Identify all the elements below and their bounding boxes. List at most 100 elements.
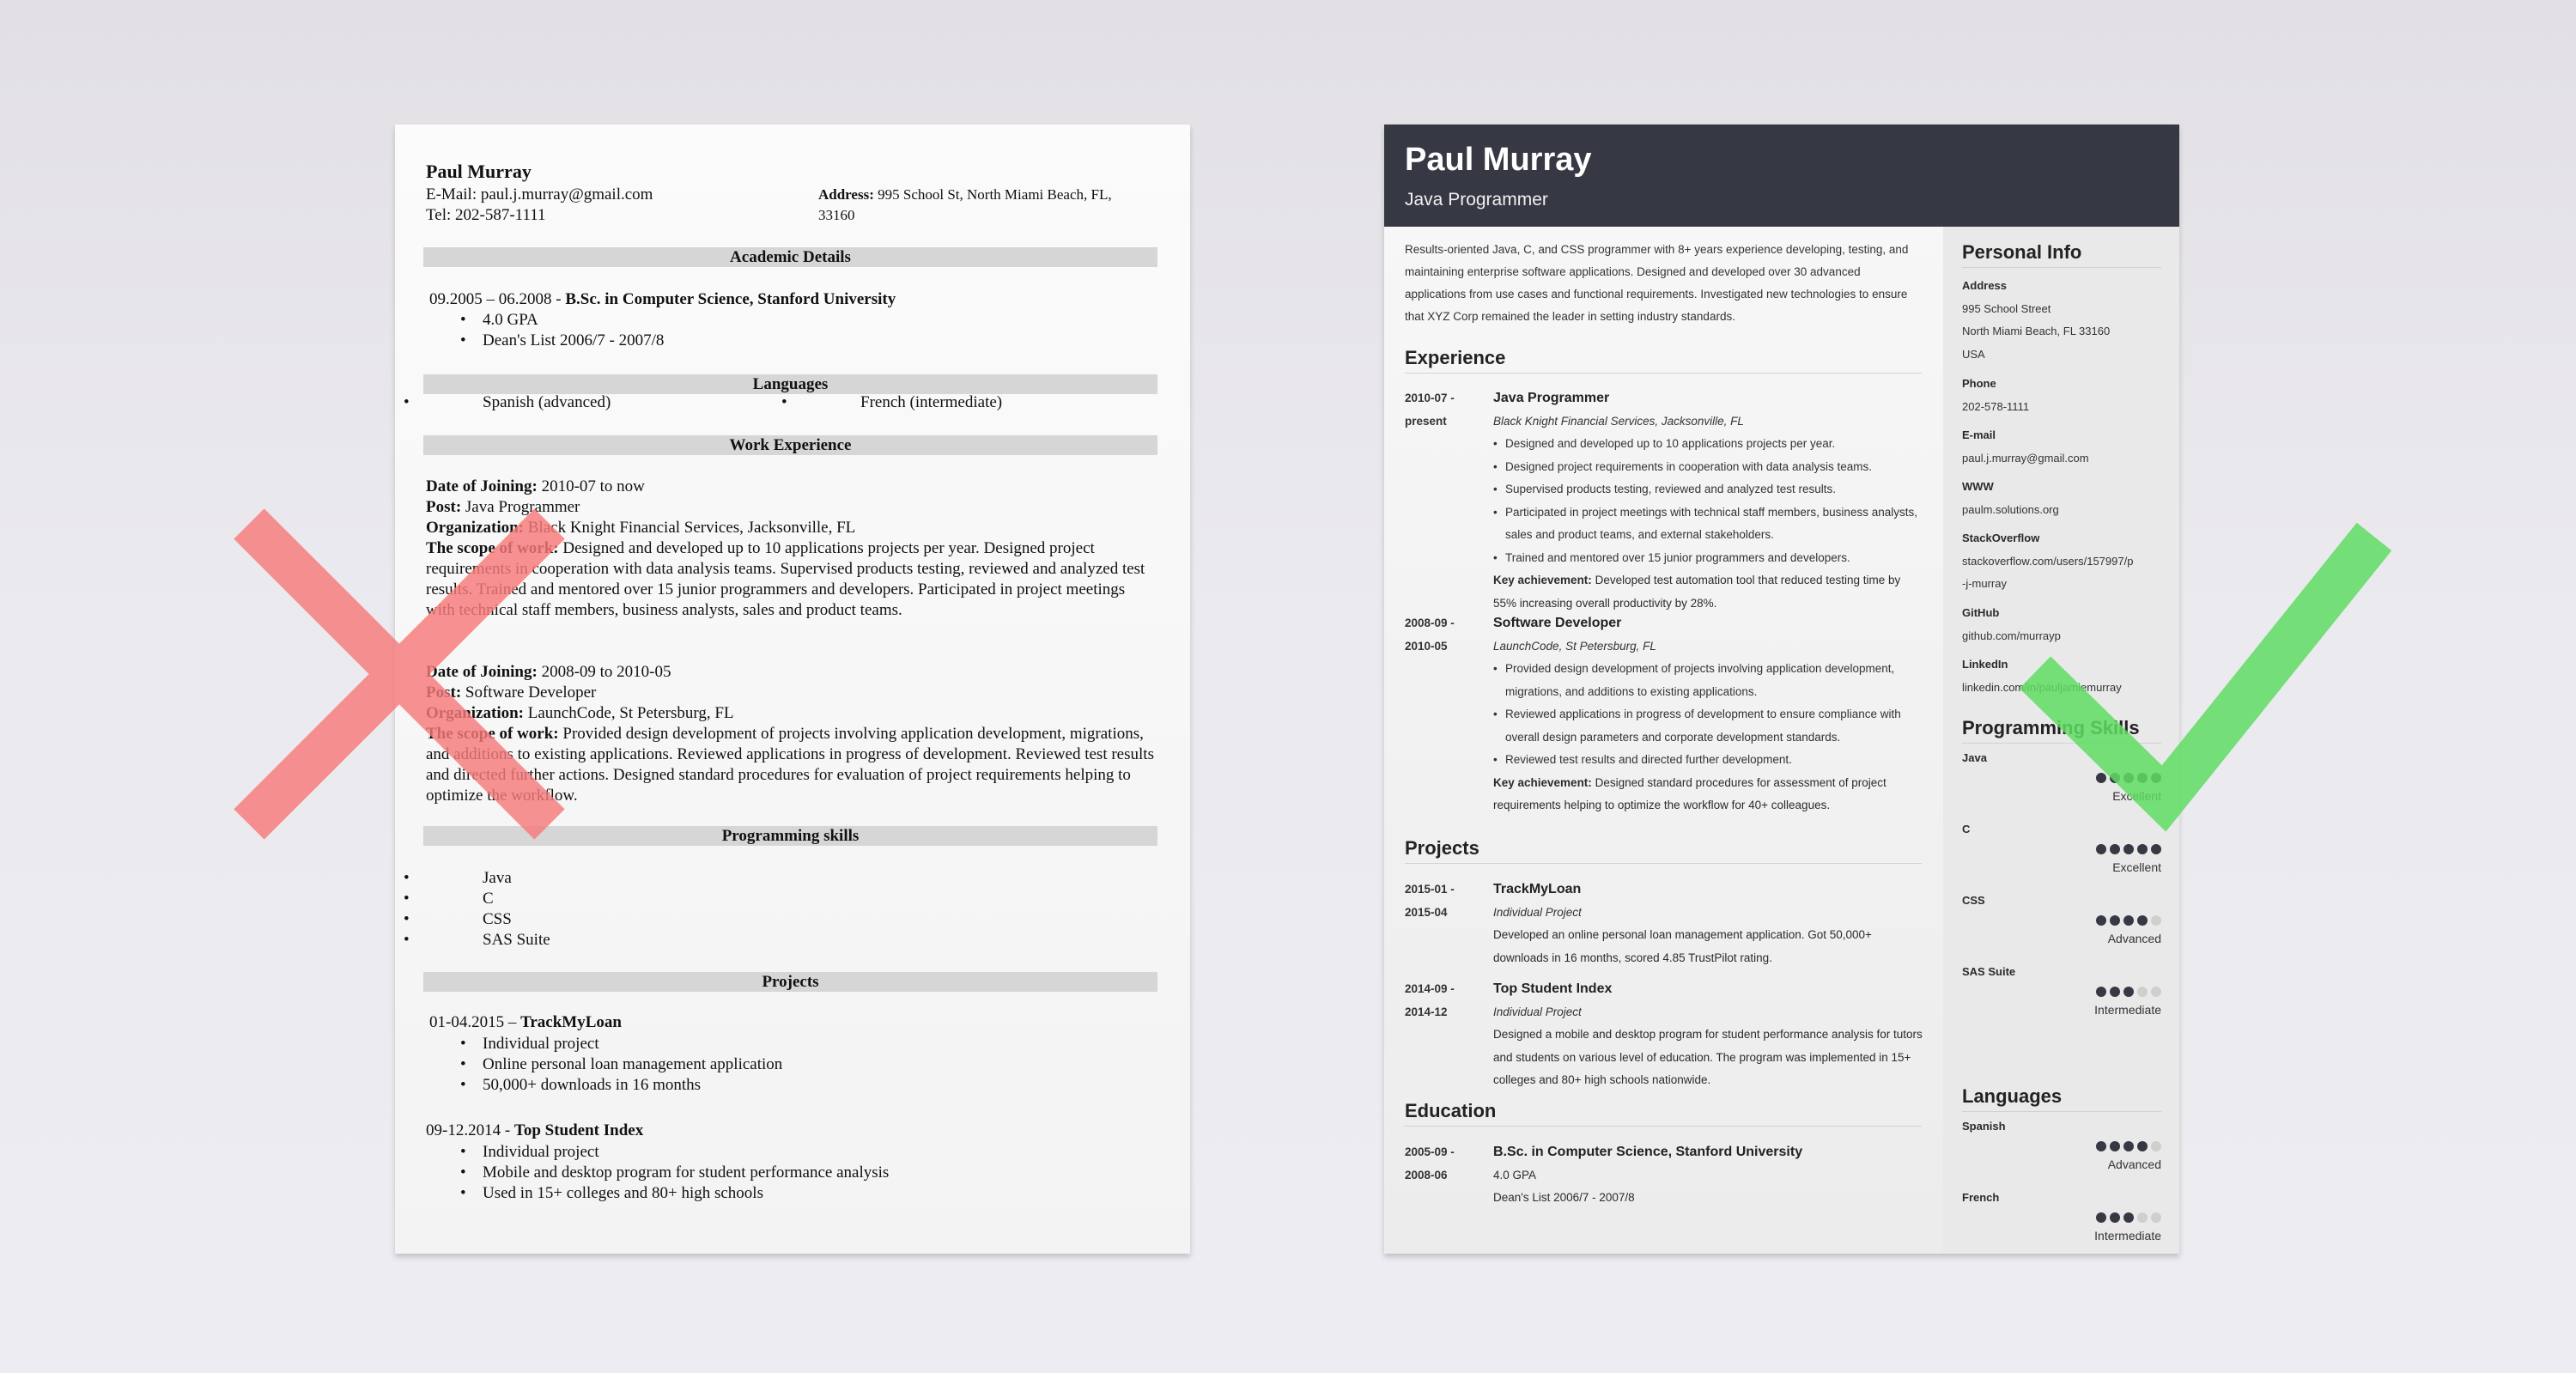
- entry-org: Black Knight Financial Services, Jackson…: [1493, 414, 1744, 428]
- resume-sidebar: Personal Info Address 995 School Street …: [1943, 227, 2179, 1254]
- info-value: USA: [1962, 347, 1985, 361]
- rating-dots: [2096, 1141, 2161, 1151]
- skill-level: Excellent: [2112, 789, 2161, 803]
- entry-dates: 2008-09 - 2010-05: [1405, 612, 1482, 658]
- language-name: Spanish: [1962, 1120, 2006, 1133]
- rating-dot-filled: [2123, 987, 2134, 997]
- info-value[interactable]: paul.j.murray@gmail.com: [1962, 447, 2161, 471]
- info-github: GitHub github.com/murrayp: [1962, 602, 2161, 647]
- rating-dot-filled: [2123, 915, 2134, 926]
- key-achievement: Key achievement: Designed standard proce…: [1493, 772, 1924, 817]
- bad-resume-address: Address: 995 School St, North Miami Beac…: [818, 185, 1162, 226]
- rating-dot-filled: [2096, 1212, 2106, 1223]
- project-name: Top Student Index: [513, 1121, 644, 1139]
- label: The scope of work:: [426, 725, 559, 743]
- education-line: Dean's List 2006/7 - 2007/8: [1493, 1191, 1635, 1204]
- list-item: C: [404, 889, 550, 909]
- info-phone: Phone 202-578-1111: [1962, 373, 2161, 418]
- rating-dots: [2096, 773, 2161, 783]
- rating-dot-filled: [2137, 1141, 2148, 1151]
- job-dates: 2010-07 to now: [537, 477, 645, 495]
- rating-dot-filled: [2110, 844, 2120, 854]
- label: Organization:: [426, 519, 524, 537]
- job-dates: 2008-09 to 2010-05: [537, 663, 671, 681]
- address-line-2: 33160: [818, 207, 855, 223]
- job-organization: Black Knight Financial Services, Jackson…: [524, 519, 856, 537]
- label: Post:: [426, 683, 462, 702]
- rating-dot-filled: [2096, 915, 2106, 926]
- info-value[interactable]: stackoverflow.com/users/157997/p: [1962, 550, 2161, 574]
- info-value[interactable]: -j-murray: [1962, 573, 2161, 596]
- bad-project-1-list: Individual project Online personal loan …: [426, 1034, 782, 1096]
- rating-dot-empty: [2151, 915, 2161, 926]
- rating-dot-empty: [2137, 1212, 2148, 1223]
- bad-project-2-list: Individual project Mobile and desktop pr…: [426, 1142, 889, 1204]
- info-value: North Miami Beach, FL 33160: [1962, 325, 2111, 337]
- list-item: Individual project: [426, 1142, 889, 1163]
- section-header-skills: Programming Skills: [1962, 717, 2161, 744]
- overlay-marks: [234, 508, 2392, 840]
- skill-name: CSS: [1962, 894, 1985, 907]
- bad-education-title: 09.2005 – 06.2008 - B.Sc. in Computer Sc…: [429, 289, 896, 310]
- skill-rating: Java Excellent: [1962, 751, 2161, 822]
- skill-rating: CSS Advanced: [1962, 894, 2161, 964]
- section-header-work: Work Experience: [423, 435, 1157, 455]
- label: Organization:: [426, 704, 524, 722]
- bad-project-2-title: 09-12.2014 - Top Student Index: [426, 1121, 643, 1141]
- resume-summary: Results-oriented Java, C, and CSS progra…: [1405, 243, 1909, 323]
- project-description: Developed an online personal loan manage…: [1493, 928, 1872, 964]
- bad-job-1: Date of Joining: 2010-07 to now Post: Ja…: [426, 477, 1156, 621]
- list-item: 50,000+ downloads in 16 months: [426, 1075, 782, 1096]
- list-item: Provided design development of projects …: [1493, 658, 1924, 703]
- bad-education-list: 4.0 GPA Dean's List 2006/7 - 2007/8: [426, 310, 664, 351]
- label: Date of Joining:: [426, 477, 538, 495]
- list-item: Online personal loan management applicat…: [426, 1054, 782, 1075]
- rating-dot-empty: [2151, 1212, 2161, 1223]
- info-label: Address: [1962, 279, 2008, 292]
- resume-name: Paul Murray: [1405, 142, 1592, 178]
- info-value: 995 School Street: [1962, 301, 2051, 315]
- project-name: Top Student Index: [1493, 981, 1613, 996]
- section-header-academic: Academic Details: [423, 247, 1157, 267]
- project-dates: 09-12.2014 -: [426, 1121, 514, 1139]
- key-achievement: Key achievement: Developed test automati…: [1493, 569, 1924, 615]
- skill-rating: SAS Suite Intermediate: [1962, 965, 2161, 1036]
- info-email: E-mail paul.j.murray@gmail.com: [1962, 424, 2161, 470]
- project-name: TrackMyLoan: [1493, 882, 1582, 896]
- list-item: SAS Suite: [404, 930, 550, 951]
- info-stackoverflow: StackOverflow stackoverflow.com/users/15…: [1962, 527, 2161, 596]
- rating-dot-empty: [2151, 1141, 2161, 1151]
- date-end: 2015-04: [1405, 905, 1448, 919]
- date-start: 2005-09 -: [1405, 1145, 1455, 1158]
- good-resume: Paul Murray Java Programmer Results-orie…: [1384, 125, 2179, 1254]
- education-line: 4.0 GPA: [1493, 1168, 1537, 1182]
- resume-header: Paul Murray Java Programmer: [1384, 125, 2179, 227]
- label: Post:: [426, 498, 462, 516]
- education-degree: B.Sc. in Computer Science, Stanford Univ…: [565, 290, 896, 308]
- rating-dot-filled: [2096, 1141, 2106, 1151]
- project-type: Individual Project: [1493, 905, 1582, 919]
- info-www: WWW paulm.solutions.org: [1962, 476, 2161, 521]
- list-item: CSS: [404, 909, 550, 930]
- rating-dot-filled: [2096, 987, 2106, 997]
- bad-project-1-title: 01-04.2015 – TrackMyLoan: [429, 1012, 622, 1033]
- list-item: Reviewed test results and directed furth…: [1493, 749, 1924, 772]
- rating-dots: [2096, 1212, 2161, 1223]
- date-start: 2008-09 -: [1405, 617, 1455, 629]
- info-label: StackOverflow: [1962, 532, 2040, 544]
- list-item: Spanish (advanced): [404, 392, 611, 413]
- section-header-projects: Projects: [1405, 837, 1922, 864]
- info-label: WWW: [1962, 480, 1994, 493]
- education-degree: B.Sc. in Computer Science, Stanford Univ…: [1493, 1145, 1803, 1159]
- info-value[interactable]: paulm.solutions.org: [1962, 499, 2161, 522]
- date-end: present: [1405, 414, 1447, 428]
- rating-dot-filled: [2151, 773, 2161, 783]
- entry-role: Software Developer: [1493, 616, 1622, 630]
- info-value[interactable]: linkedin.com/in/pauljamiemurray: [1962, 677, 2161, 700]
- info-value[interactable]: github.com/murrayp: [1962, 625, 2161, 648]
- date-start: 2015-01 -: [1405, 883, 1455, 896]
- list-item: Java: [404, 868, 550, 889]
- list-item: Designed and developed up to 10 applicat…: [1493, 433, 1924, 456]
- list-item: Individual project: [426, 1034, 782, 1054]
- list-item: Mobile and desktop program for student p…: [426, 1163, 889, 1183]
